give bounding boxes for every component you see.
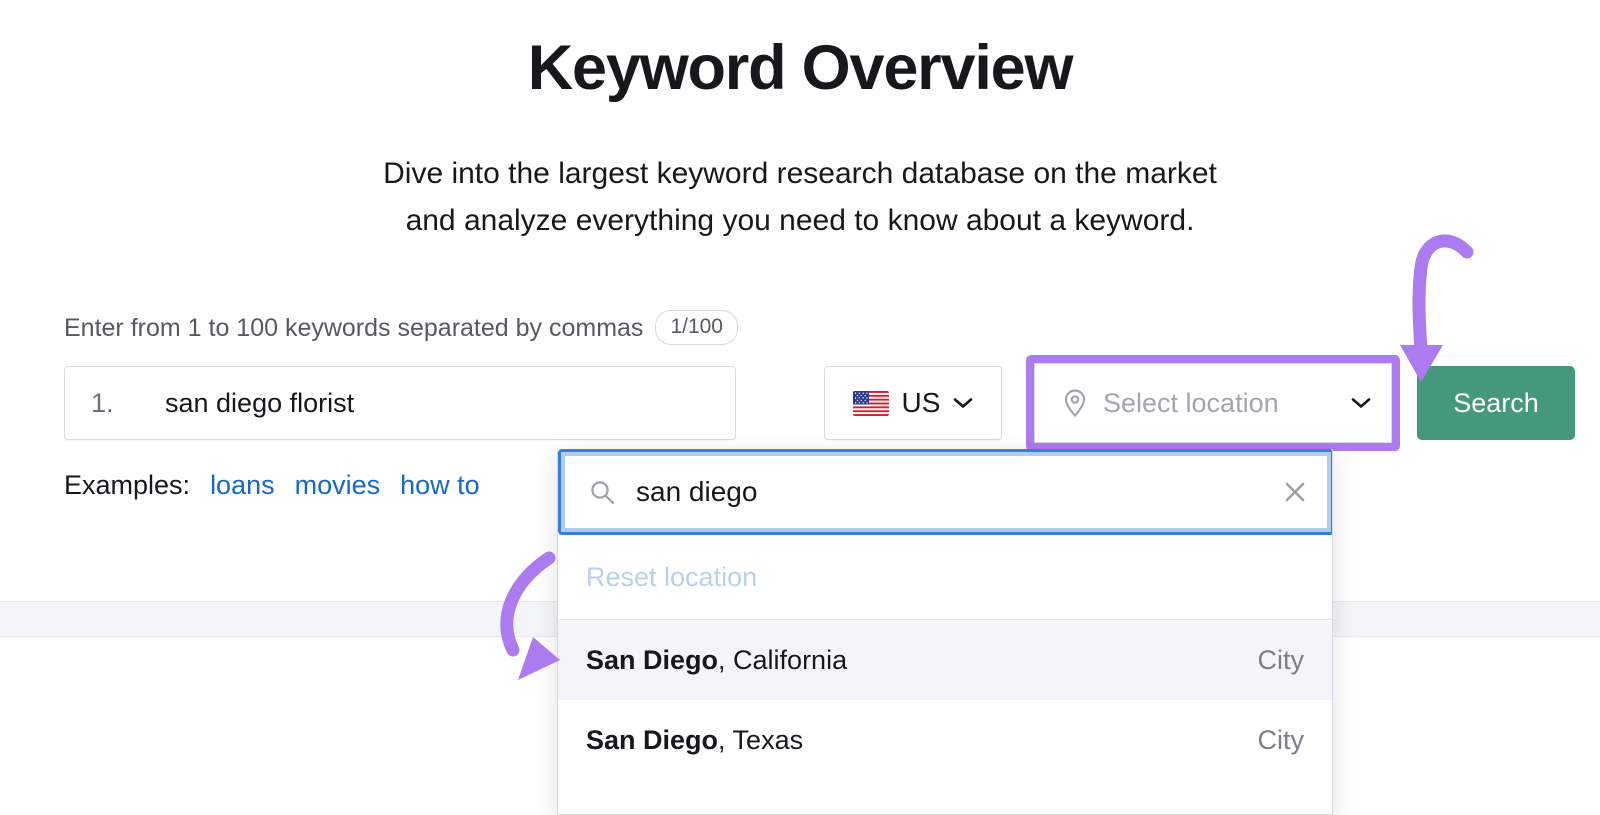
example-link-how-to[interactable]: how to (400, 470, 480, 501)
map-pin-icon (1064, 389, 1086, 418)
keyword-input-index: 1. (91, 387, 114, 418)
search-button[interactable]: Search (1417, 366, 1575, 440)
page-subtitle-line-2: and analyze everything you need to know … (405, 204, 1195, 237)
example-link-movies[interactable]: movies (295, 470, 381, 501)
location-result-city: San Diego (586, 645, 719, 675)
location-result-region: , Texas (718, 725, 804, 755)
keyword-search-row: 1. san diego florist US Select location … (64, 355, 1575, 451)
location-search-input[interactable]: san diego (558, 449, 1332, 535)
chevron-down-icon (1351, 398, 1371, 408)
us-flag-icon (852, 390, 889, 416)
location-search-value: san diego (636, 476, 758, 507)
country-code-label: US (901, 387, 941, 418)
search-icon (591, 480, 615, 504)
location-result-item[interactable]: San Diego, Texas City (558, 701, 1332, 780)
location-result-type: City (1257, 725, 1305, 755)
keyword-hint-row: Enter from 1 to 100 keywords separated b… (64, 310, 738, 345)
page-subtitle-line-1: Dive into the largest keyword research d… (383, 157, 1217, 190)
examples-label: Examples: (64, 470, 191, 500)
keyword-input-value: san diego florist (165, 387, 355, 418)
location-result-name: San Diego, Texas (586, 725, 1258, 756)
location-result-city: San Diego (586, 725, 719, 755)
location-placeholder: Select location (1103, 387, 1279, 418)
close-icon[interactable] (1281, 478, 1309, 506)
country-selector[interactable]: US (824, 366, 1002, 440)
reset-location-item[interactable]: Reset location (558, 536, 1332, 620)
curved-arrow-down-icon (1400, 234, 1474, 382)
reset-location-label: Reset location (586, 562, 758, 592)
page-title: Keyword Overview (527, 33, 1074, 103)
location-dropdown-panel: san diego Reset location San Diego, Cali… (557, 449, 1333, 815)
keyword-hint-label: Enter from 1 to 100 keywords separated b… (64, 313, 644, 342)
keyword-counter-badge: 1/100 (655, 310, 738, 345)
location-result-name: San Diego, California (586, 645, 1258, 676)
location-result-type: City (1257, 645, 1305, 675)
page-subtitle: Dive into the largest keyword research d… (0, 150, 1600, 244)
example-link-loans[interactable]: loans (210, 470, 275, 501)
keyword-input[interactable]: 1. san diego florist (64, 366, 736, 440)
location-result-item[interactable]: San Diego, California City (558, 621, 1332, 700)
location-selector-highlight: Select location (1026, 355, 1400, 451)
chevron-down-icon (954, 398, 973, 408)
location-result-region: , California (718, 645, 848, 675)
examples-row: Examples: loans movies how to (64, 470, 480, 501)
location-selector[interactable]: Select location (1034, 363, 1392, 443)
